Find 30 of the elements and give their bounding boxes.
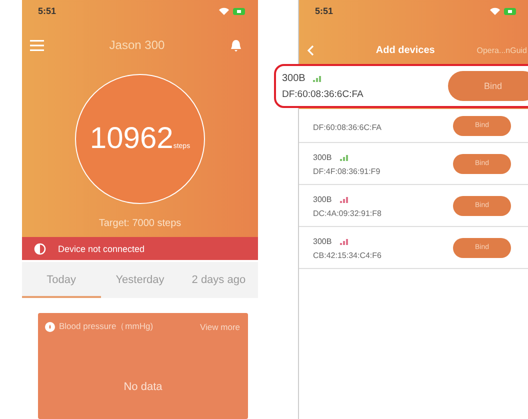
status-time: 5:51 (38, 6, 56, 16)
day-tab[interactable]: Yesterday (100, 262, 180, 298)
steps-count: 10962 (90, 122, 174, 156)
device-name: 300B (282, 72, 306, 84)
device-name: 300B (313, 153, 332, 162)
screen-title: Add devices (374, 45, 436, 56)
device-address: DC:4A:09:32:91:F8 (313, 208, 382, 218)
drop-icon (45, 322, 55, 332)
guide-link[interactable]: Opera...nGuid (476, 46, 527, 55)
device-address: DF:4F:08:36:91:F9 (313, 166, 380, 176)
menu-icon (30, 40, 44, 50)
device-address: CB:42:15:34:C4:F6 (313, 250, 382, 260)
highlighted-device-row[interactable]: 300B DF:60:08:36:6C:FA Bind (274, 64, 528, 108)
bind-button[interactable]: Bind (448, 71, 528, 101)
device-icon (34, 242, 46, 254)
status-time: 5:51 (315, 6, 334, 16)
bell-icon (230, 38, 242, 52)
alert-text: Device not connected (58, 244, 145, 254)
target-text: Target: 7000 steps (98, 218, 182, 229)
day-tab[interactable]: 2 days ago (179, 262, 258, 298)
day-tab[interactable]: Today (22, 262, 101, 298)
no-data-text: No data (122, 381, 164, 393)
screen-title: Jason 300 (109, 38, 165, 52)
device-address: DF:60:08:36:6C:FA (313, 122, 382, 132)
card-title: Blood pressure（mmHg) (59, 321, 154, 333)
device-address: DF:60:08:36:6C:FA (282, 89, 364, 100)
view-more-link[interactable]: View more (200, 322, 240, 332)
back-icon (307, 45, 314, 56)
device-name: 300B (313, 195, 332, 204)
device-name: 300B (313, 237, 332, 246)
